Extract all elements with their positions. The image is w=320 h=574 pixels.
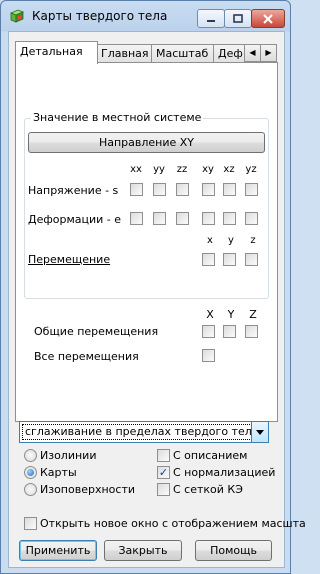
- window-title: Карты твердого тела: [32, 9, 168, 23]
- total-displacement-x-checkbox[interactable]: [202, 325, 215, 338]
- column-header-global-y: Y: [227, 308, 235, 321]
- tab-panel-detailed: Значение в местной системе Направление X…: [15, 62, 278, 422]
- column-header-yy: yy: [153, 164, 165, 175]
- all-displacements-checkbox[interactable]: [202, 349, 215, 362]
- displacement-label: Перемещение: [28, 253, 111, 266]
- column-header-xx: xx: [130, 164, 142, 175]
- with-fe-mesh-label: С сеткой КЭ: [173, 483, 243, 496]
- strain-zz-checkbox[interactable]: [176, 212, 189, 225]
- app-icon: [9, 8, 25, 24]
- isosurfaces-radio[interactable]: [24, 483, 37, 496]
- tab-scale[interactable]: Масштаб: [151, 44, 222, 63]
- stress-yz-checkbox[interactable]: [245, 183, 258, 196]
- maximize-icon: [233, 14, 243, 23]
- strain-yz-checkbox[interactable]: [245, 212, 258, 225]
- minimize-button[interactable]: [197, 9, 225, 28]
- column-header-global-x: X: [206, 308, 214, 321]
- dialog-window: Карты твердого тела Детальная Главная Ма…: [0, 0, 306, 574]
- total-displacement-y-checkbox[interactable]: [223, 325, 236, 338]
- total-displacements-label: Общие перемещения: [34, 325, 159, 338]
- chevron-right-icon: ▶: [265, 48, 272, 57]
- column-header-z: z: [250, 235, 256, 246]
- open-new-window-label: Открыть новое окно с отображением масшта: [40, 517, 306, 530]
- strain-xy-checkbox[interactable]: [202, 212, 215, 225]
- stress-zz-checkbox[interactable]: [176, 183, 189, 196]
- column-header-y: y: [228, 235, 234, 246]
- tab-detailed[interactable]: Детальная: [15, 41, 98, 64]
- tab-strip: Детальная Главная Масштаб Деф ◀ ▶: [15, 41, 277, 64]
- smoothing-combobox[interactable]: сглаживание в пределах твердого тела: [19, 421, 269, 443]
- combobox-dropdown-button[interactable]: [251, 422, 268, 442]
- with-description-label: С описанием: [173, 449, 248, 462]
- with-normalization-checkbox[interactable]: ✓: [157, 466, 170, 479]
- all-displacements-label: Все перемещения: [34, 350, 139, 363]
- column-header-xz: xz: [223, 164, 235, 175]
- column-header-yz: yz: [245, 164, 257, 175]
- stress-xx-checkbox[interactable]: [130, 183, 143, 196]
- check-icon: ✓: [158, 466, 169, 479]
- isolines-label: Изолинии: [40, 449, 97, 462]
- minimize-icon: [207, 19, 215, 22]
- displacement-y-checkbox[interactable]: [223, 253, 236, 266]
- close-dialog-button[interactable]: Закрыть: [104, 540, 182, 561]
- open-new-window-checkbox[interactable]: [24, 517, 37, 530]
- maps-label: Карты: [40, 466, 77, 479]
- displacement-x-checkbox[interactable]: [202, 253, 215, 266]
- displacement-z-checkbox[interactable]: [245, 253, 258, 266]
- local-system-group: Значение в местной системе Направление X…: [24, 111, 269, 299]
- column-header-xy: xy: [202, 164, 214, 175]
- column-header-zz: zz: [176, 164, 188, 175]
- stress-label: Напряжение - s: [28, 184, 119, 197]
- title-bar[interactable]: Карты твердого тела: [1, 1, 290, 31]
- with-fe-mesh-checkbox[interactable]: [157, 483, 170, 496]
- stress-yy-checkbox[interactable]: [153, 183, 166, 196]
- tab-scroll-left-button[interactable]: ◀: [244, 44, 261, 62]
- maximize-button[interactable]: [224, 9, 252, 28]
- tab-scroll-right-button[interactable]: ▶: [260, 44, 277, 62]
- chevron-left-icon: ◀: [249, 48, 256, 57]
- strain-xx-checkbox[interactable]: [130, 212, 143, 225]
- stress-xy-checkbox[interactable]: [202, 183, 215, 196]
- strain-xz-checkbox[interactable]: [223, 212, 236, 225]
- stress-xz-checkbox[interactable]: [223, 183, 236, 196]
- direction-xy-button[interactable]: Направление XY: [28, 132, 265, 153]
- apply-button[interactable]: Применить: [19, 540, 97, 561]
- smoothing-combobox-value: сглаживание в пределах твердого тела: [22, 424, 252, 440]
- with-normalization-label: С нормализацией: [173, 466, 276, 479]
- close-icon: [263, 13, 273, 24]
- chevron-down-icon: [256, 429, 264, 435]
- maps-radio[interactable]: [24, 466, 37, 479]
- total-displacement-z-checkbox[interactable]: [245, 325, 258, 338]
- column-header-x: x: [207, 235, 213, 246]
- dialog-client: Детальная Главная Масштаб Деф ◀ ▶ Значен…: [8, 31, 306, 568]
- local-system-group-label: Значение в местной системе: [31, 111, 204, 124]
- help-button[interactable]: Помощь: [195, 540, 272, 561]
- strain-yy-checkbox[interactable]: [153, 212, 166, 225]
- close-button[interactable]: [251, 9, 285, 28]
- with-description-checkbox[interactable]: [157, 449, 170, 462]
- isosurfaces-label: Изоповерхности: [40, 483, 135, 496]
- column-header-global-z: Z: [249, 308, 257, 321]
- strain-label: Деформации - e: [28, 213, 122, 226]
- isolines-radio[interactable]: [24, 449, 37, 462]
